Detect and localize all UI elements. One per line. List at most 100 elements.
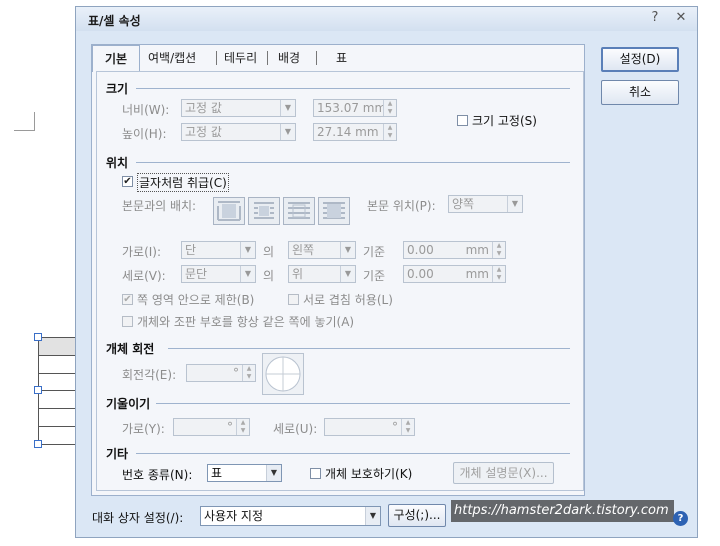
body-placement-label: 본문과의 배치: — [122, 199, 197, 213]
skew-horiz-unit: ° — [227, 420, 233, 434]
chevron-down-icon: ▼ — [340, 242, 355, 258]
document-margin-mark — [14, 112, 35, 131]
close-icon[interactable]: ✕ — [672, 9, 690, 27]
tab-margin-caption[interactable]: 여백/캡션 — [142, 47, 202, 69]
height-mode-select[interactable]: 고정 값 ▼ — [181, 123, 296, 141]
vert-unit: mm — [465, 267, 489, 281]
vert-align-value: 위 — [292, 267, 304, 281]
ok-button[interactable]: 설정(D) — [601, 47, 679, 72]
section-divider — [136, 88, 570, 89]
cancel-button[interactable]: 취소 — [601, 80, 679, 105]
horiz-offset-stepper[interactable]: 0.00 mm ▲ ▼ — [403, 241, 506, 259]
tab-basic[interactable]: 기본 — [92, 45, 140, 72]
width-mode-select[interactable]: 고정 값 ▼ — [181, 99, 296, 117]
spin-arrows-icon: ▲ ▼ — [242, 365, 255, 381]
horiz-align-select[interactable]: 왼쪽 ▼ — [288, 241, 356, 259]
allow-overlap-label: 서로 겹침 허용(L) — [303, 293, 393, 307]
fix-size-checkbox[interactable] — [457, 115, 468, 126]
vert-label: 세로(V): — [122, 269, 166, 283]
spin-arrows-icon: ▲ ▼ — [401, 419, 414, 435]
number-type-select[interactable]: 표 ▼ — [207, 464, 282, 482]
rotation-dial-icon[interactable] — [262, 353, 304, 395]
keep-same-page-label: 개체와 조판 부호를 항상 같은 쪽에 놓기(A) — [137, 315, 355, 329]
table-rule — [38, 355, 78, 356]
skew-vert-stepper[interactable]: ° ▲ ▼ — [324, 418, 415, 436]
horiz-base-label: 기준 — [363, 245, 386, 259]
wrap-behind-text-icon[interactable] — [283, 197, 315, 225]
object-description-button[interactable]: 개체 설명문(X)... — [453, 462, 554, 484]
dialog-setting-select[interactable]: 사용자 지정 ▼ — [200, 506, 381, 526]
chevron-down-icon: ▼ — [365, 507, 380, 525]
number-type-value: 표 — [211, 466, 223, 480]
body-position-label: 본문 위치(P): — [367, 199, 436, 213]
tab-separator — [316, 51, 317, 65]
table-header-cell — [39, 338, 78, 355]
horiz-label: 가로(I): — [122, 245, 162, 259]
width-value-stepper[interactable]: 153.07 mm ▲ ▼ — [313, 99, 397, 117]
section-divider — [136, 453, 570, 454]
table-rule — [38, 408, 78, 409]
dialog-title: 표/셀 속성 — [88, 14, 141, 28]
vert-offset-stepper[interactable]: 0.00 mm ▲ ▼ — [403, 265, 506, 283]
chevron-down-icon: ▼ — [280, 100, 295, 116]
spin-arrows-icon: ▲ ▼ — [492, 266, 505, 282]
skew-heading: 기울이기 — [106, 397, 151, 411]
treat-as-char-checkbox[interactable]: ✔ — [122, 176, 133, 187]
size-heading: 크기 — [106, 82, 129, 96]
table-rule — [38, 373, 78, 374]
rotation-angle-stepper[interactable]: ° ▲ ▼ — [186, 364, 256, 382]
watermark-url: https://hamster2dark.tistory.com — [451, 500, 674, 522]
rotation-angle-label: 회전각(E): — [122, 368, 177, 382]
horiz-align-value: 왼쪽 — [292, 243, 315, 257]
selection-handle[interactable] — [34, 333, 42, 341]
table-rule — [38, 426, 78, 427]
protect-object-checkbox[interactable] — [310, 468, 321, 479]
tab-bar: 기본 여백/캡션 테두리 배경 표 — [92, 45, 392, 72]
title-bar[interactable]: 표/셀 속성 ? ✕ — [76, 7, 697, 31]
width-value: 153.07 mm — [317, 101, 387, 115]
spin-arrows-icon: ▲ ▼ — [383, 124, 396, 140]
help-icon[interactable]: ? — [673, 511, 688, 526]
wrap-tight-icon[interactable] — [248, 197, 280, 225]
selection-handle[interactable] — [34, 440, 42, 448]
fix-size-label: 크기 고정(S) — [472, 114, 537, 128]
tab-border[interactable]: 테두리 — [218, 47, 263, 69]
height-mode-value: 고정 값 — [185, 125, 222, 139]
table-cell-properties-dialog: 표/셀 속성 ? ✕ 기본 여백/캡션 테두리 배경 표 크기 너비(W): 고… — [75, 6, 698, 538]
limit-to-page-checkbox[interactable]: ✔ — [122, 294, 133, 305]
config-button[interactable]: 구성(;)... — [388, 504, 446, 527]
dialog-setting-value: 사용자 지정 — [204, 509, 264, 523]
section-divider — [168, 348, 570, 349]
horiz-unit: mm — [465, 243, 489, 257]
wrap-square-icon[interactable] — [213, 197, 245, 225]
chevron-down-icon: ▼ — [280, 124, 295, 140]
chevron-down-icon: ▼ — [240, 242, 255, 258]
tab-table[interactable]: 표 — [330, 47, 353, 69]
position-heading: 위치 — [106, 156, 129, 170]
vert-align-select[interactable]: 위 ▼ — [288, 265, 356, 283]
width-label: 너비(W): — [122, 103, 170, 117]
keep-same-page-checkbox[interactable] — [122, 316, 133, 327]
selection-handle[interactable] — [34, 386, 42, 394]
section-divider — [156, 403, 570, 404]
vert-ref-value: 문단 — [185, 267, 208, 281]
vert-offset-value: 0.00 — [407, 267, 434, 281]
vert-ref-select[interactable]: 문단 ▼ — [181, 265, 256, 283]
table-rule — [38, 337, 78, 338]
horiz-ref-value: 단 — [185, 243, 197, 257]
skew-horiz-label: 가로(Y): — [122, 422, 165, 436]
height-value-stepper[interactable]: 27.14 mm ▲ ▼ — [313, 123, 397, 141]
body-position-select[interactable]: 양쪽 ▼ — [448, 195, 523, 213]
body-position-value: 양쪽 — [452, 197, 475, 211]
skew-horiz-stepper[interactable]: ° ▲ ▼ — [173, 418, 250, 436]
tab-separator — [216, 51, 217, 65]
chevron-down-icon: ▼ — [266, 465, 281, 481]
number-type-label: 번호 종류(N): — [122, 468, 193, 482]
wrap-in-front-icon[interactable] — [318, 197, 350, 225]
tab-background[interactable]: 배경 — [272, 47, 306, 69]
section-divider — [136, 162, 570, 163]
horiz-ref-select[interactable]: 단 ▼ — [181, 241, 256, 259]
limit-to-page-label: 쪽 영역 안으로 제한(B) — [137, 293, 255, 307]
help-icon[interactable]: ? — [646, 9, 664, 27]
allow-overlap-checkbox[interactable] — [288, 294, 299, 305]
